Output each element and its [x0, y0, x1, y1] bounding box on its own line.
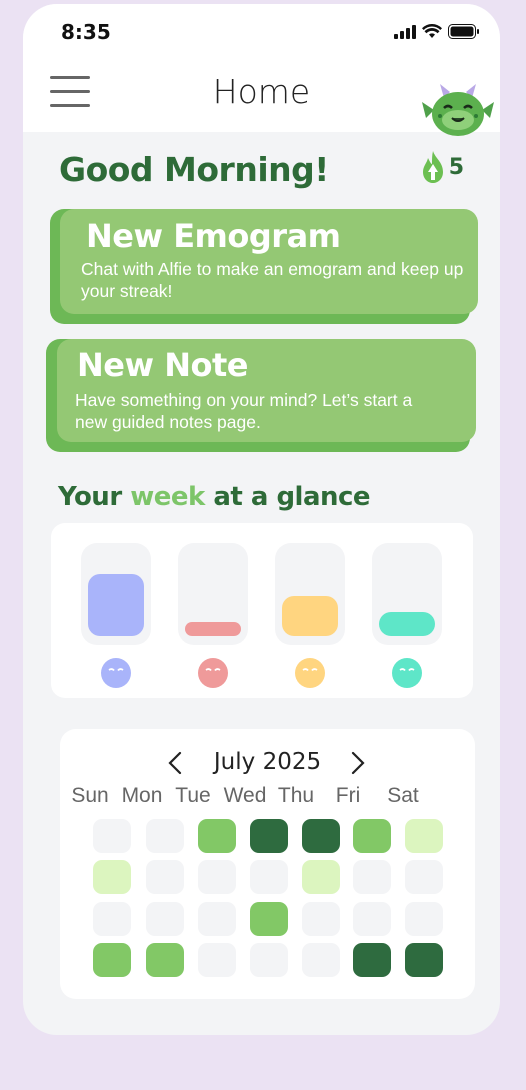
- calendar-day-cell[interactable]: [198, 819, 236, 853]
- battery-icon: [448, 24, 479, 39]
- calendar-day-cell[interactable]: [405, 943, 443, 977]
- calendar-header: July 2025: [60, 747, 475, 779]
- mood-face-icon: [198, 658, 228, 688]
- calendar-day-cell[interactable]: [93, 819, 131, 853]
- calendar-day-cell[interactable]: [198, 902, 236, 936]
- streak-count: 5: [448, 154, 464, 180]
- calendar-day-cell[interactable]: [353, 902, 391, 936]
- new-emogram-card[interactable]: New Emogram Chat with Alfie to make an e…: [60, 209, 478, 314]
- calendar-day-cell[interactable]: [353, 860, 391, 894]
- mood-face-icon: [101, 658, 131, 688]
- calendar-weekday-label: Tue: [175, 784, 211, 807]
- new-emogram-card-wrap: New Emogram Chat with Alfie to make an e…: [50, 209, 478, 324]
- calendar-day-cell[interactable]: [405, 860, 443, 894]
- calendar-weekday-label: Thu: [277, 784, 315, 807]
- card-description: Have something on your mind? Let’s start…: [75, 390, 413, 432]
- week-title-prefix: Your: [58, 482, 131, 512]
- calendar-day-cell[interactable]: [250, 860, 288, 894]
- card-title: New Emogram: [86, 217, 341, 255]
- calendar-weekday-label: Mon: [121, 784, 163, 807]
- calendar-day-cell[interactable]: [302, 902, 340, 936]
- calendar-weekday-label: Sun: [71, 784, 109, 807]
- card-title: New Note: [77, 346, 248, 384]
- week-title-accent: week: [130, 482, 205, 512]
- streak-counter[interactable]: 5: [421, 150, 464, 184]
- new-note-card-wrap: New Note Have something on your mind? Le…: [46, 339, 476, 452]
- mood-bar-column[interactable]: [81, 543, 151, 645]
- calendar-day-cell[interactable]: [146, 819, 184, 853]
- phone-screen: 8:35 Home Good Morning! 5 New Emogram Ch…: [23, 4, 500, 1035]
- new-note-card[interactable]: New Note Have something on your mind? Le…: [57, 339, 476, 442]
- calendar-day-cell[interactable]: [353, 943, 391, 977]
- calendar-day-cell[interactable]: [198, 860, 236, 894]
- calendar-day-cell[interactable]: [250, 902, 288, 936]
- calendar-day-cell[interactable]: [93, 860, 131, 894]
- calendar-month: July 2025: [213, 749, 322, 775]
- calendar-day-cell[interactable]: [250, 819, 288, 853]
- wifi-icon: [422, 24, 442, 38]
- mood-face-icon: [295, 658, 325, 688]
- calendar-day-cell[interactable]: [93, 902, 131, 936]
- mood-bar-fill: [282, 596, 338, 636]
- alfie-mascot-avatar[interactable]: [420, 80, 496, 136]
- top-bar: 8:35 Home: [23, 4, 500, 136]
- mood-face-icon: [392, 658, 422, 688]
- calendar-day-cell[interactable]: [146, 860, 184, 894]
- mood-bar-column[interactable]: [275, 543, 345, 645]
- calendar-day-cell[interactable]: [353, 819, 391, 853]
- calendar-day-cell[interactable]: [302, 860, 340, 894]
- greeting-heading: Good Morning!: [59, 150, 329, 189]
- calendar-weekday-label: Wed: [223, 784, 267, 807]
- mood-bar-fill: [379, 612, 435, 636]
- mood-bar-column[interactable]: [372, 543, 442, 645]
- calendar-day-cell[interactable]: [250, 943, 288, 977]
- week-mood-panel: [51, 523, 473, 698]
- mood-bar-fill: [88, 574, 144, 636]
- card-description: Chat with Alfie to make an emogram and k…: [81, 259, 464, 301]
- calendar-day-cell[interactable]: [302, 819, 340, 853]
- week-title-suffix: at a glance: [204, 482, 371, 512]
- signal-icon: [394, 24, 416, 39]
- status-icons: [394, 24, 480, 39]
- week-section-title: Your week at a glance: [58, 482, 371, 512]
- mood-bar-column[interactable]: [178, 543, 248, 645]
- flame-icon: [422, 151, 443, 183]
- calendar-panel: July 2025 Sun Mon Tue Wed Thu Fri Sat: [60, 729, 475, 999]
- calendar-day-cell[interactable]: [146, 943, 184, 977]
- chevron-right-icon[interactable]: [345, 749, 369, 777]
- calendar-day-cell[interactable]: [405, 819, 443, 853]
- calendar-day-cell[interactable]: [405, 902, 443, 936]
- calendar-weekday-label: Sat: [387, 784, 419, 807]
- calendar-day-cell[interactable]: [93, 943, 131, 977]
- calendar-day-cell[interactable]: [302, 943, 340, 977]
- calendar-day-cell[interactable]: [198, 943, 236, 977]
- calendar-weekday-label: Fri: [335, 784, 361, 807]
- calendar-day-cell[interactable]: [146, 902, 184, 936]
- status-time: 8:35: [61, 20, 111, 44]
- mood-bar-fill: [185, 622, 241, 636]
